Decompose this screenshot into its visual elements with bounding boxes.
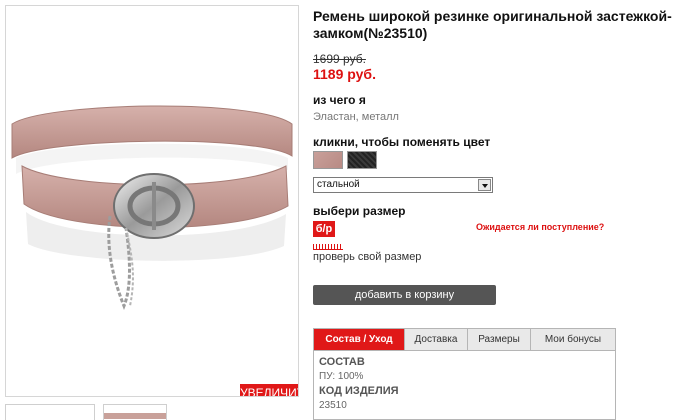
composition-heading: СОСТАВ — [319, 356, 365, 368]
size-option-button[interactable]: б/р — [313, 221, 335, 237]
color-label: кликни, чтобы поменять цвет — [313, 135, 491, 149]
product-code-heading: КОД ИЗДЕЛИЯ — [319, 385, 399, 397]
product-image[interactable]: УВЕЛИЧИТЬ — [5, 5, 299, 397]
thumbnail-1[interactable] — [5, 404, 95, 420]
tab-sizes[interactable]: Размеры — [468, 329, 531, 350]
color-swatch-black[interactable] — [347, 151, 377, 169]
color-select-value: стальной — [317, 179, 360, 190]
tab-composition[interactable]: Состав / Уход — [314, 329, 405, 350]
old-price: 1699 руб. — [313, 52, 366, 66]
add-to-cart-button[interactable]: добавить в корзину — [313, 285, 496, 305]
color-select[interactable]: стальной — [313, 177, 493, 193]
ruler-icon — [313, 244, 343, 250]
product-code-value: 23510 — [319, 400, 347, 411]
material-label: из чего я — [313, 93, 366, 107]
thumbnail-2[interactable] — [103, 404, 167, 420]
availability-link[interactable]: Ожидается ли поступление? — [476, 222, 604, 232]
size-guide-link[interactable]: проверь свой размер — [313, 251, 421, 263]
details-panel: Состав / Уход Доставка Размеры Мои бонус… — [313, 328, 616, 420]
new-price: 1189 руб. — [313, 66, 376, 82]
color-swatch-pink[interactable] — [313, 151, 343, 169]
zoom-button[interactable]: УВЕЛИЧИТЬ — [240, 384, 298, 396]
belt-image — [11, 105, 293, 311]
composition-value: ПУ: 100% — [319, 371, 364, 382]
details-tabs: Состав / Уход Доставка Размеры Мои бонус… — [314, 329, 615, 351]
chevron-down-icon[interactable] — [478, 179, 491, 191]
tab-bonuses[interactable]: Мои бонусы — [531, 329, 615, 350]
tab-delivery[interactable]: Доставка — [405, 329, 468, 350]
size-label: выбери размер — [313, 204, 406, 218]
product-title: Ремень широкой резинке оригинальной заст… — [313, 8, 672, 41]
material-value: Эластан, металл — [313, 111, 399, 123]
